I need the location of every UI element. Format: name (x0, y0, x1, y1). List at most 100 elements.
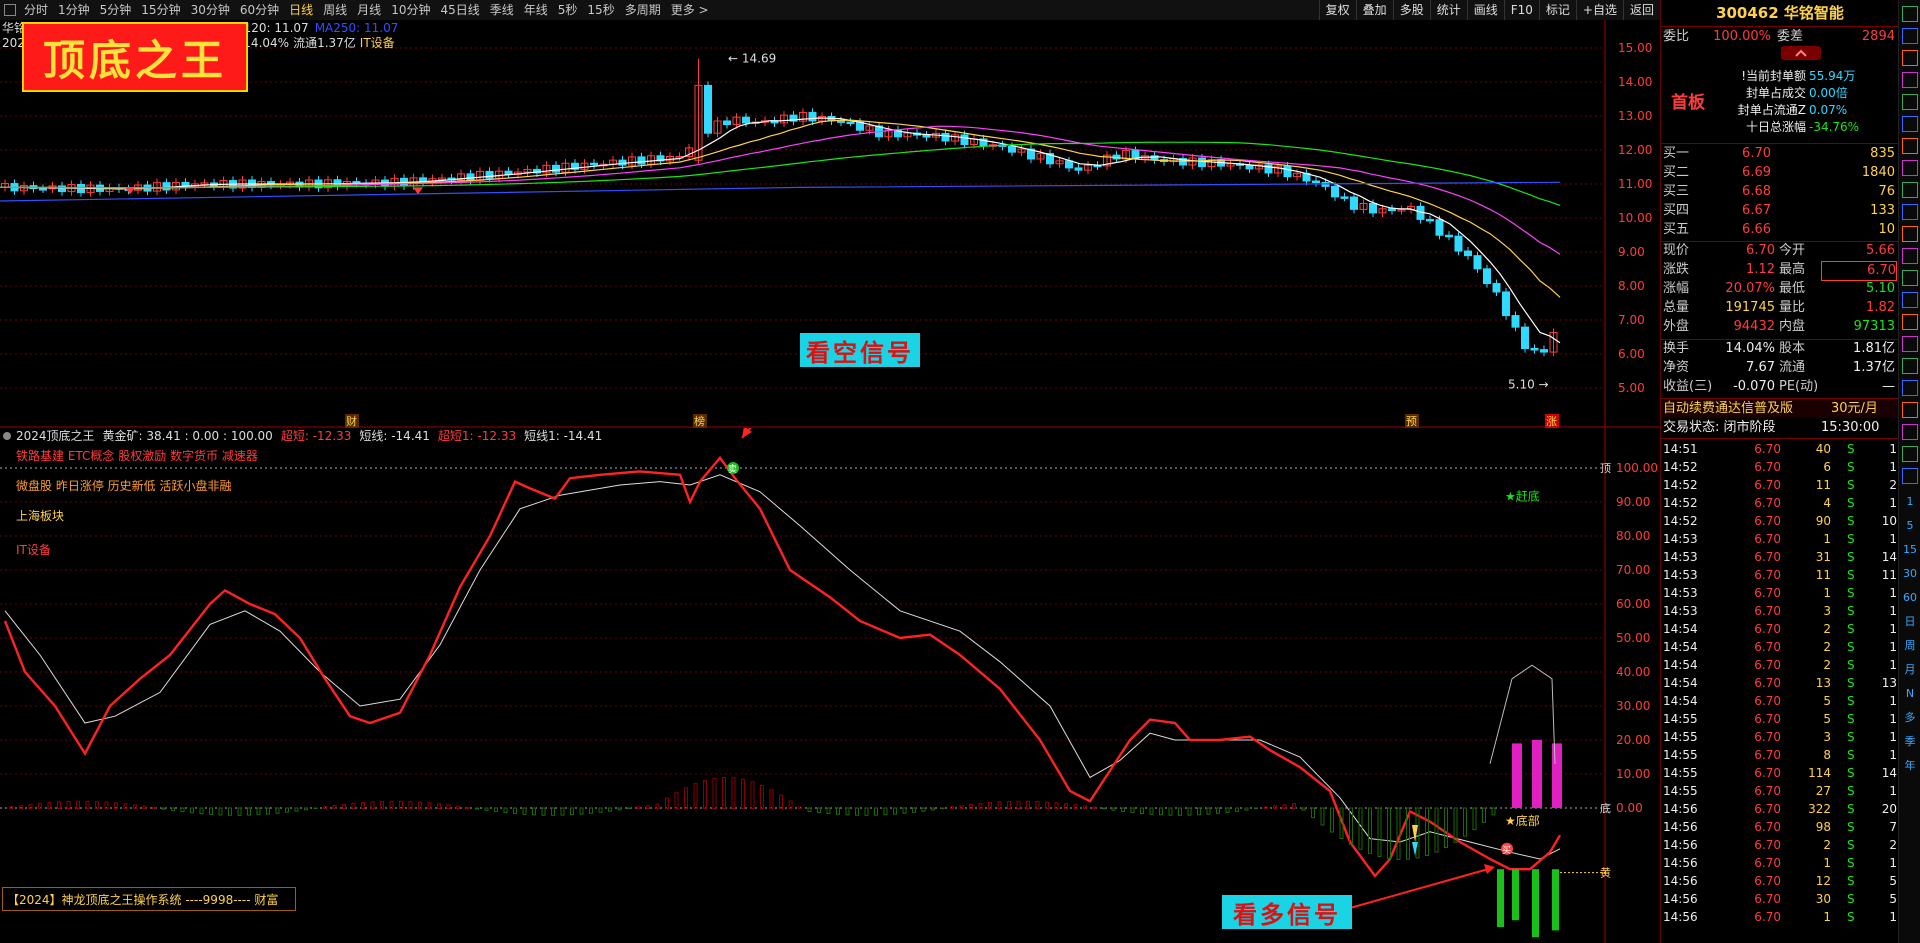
logo-banner: 顶底之王 (22, 22, 248, 92)
tool-icon[interactable] (1902, 468, 1918, 484)
tab-timeframe-0[interactable]: 分时 (19, 0, 53, 20)
trade-side: S (1847, 910, 1855, 924)
trade-time: 14:52 (1663, 496, 1698, 510)
tab-timeframe-5[interactable]: 60分钟 (235, 0, 284, 20)
buy-level-price: 6.69 (1742, 165, 1771, 180)
tool-icon[interactable] (1902, 72, 1918, 88)
period-toolbar: 分时 1分钟 5分钟 15分钟 30分钟 60分钟 日线 周线 月线 10分钟 45日线 季线 年线 5秒… (0, 0, 1660, 21)
seal-info-value: 55.94万 (1809, 69, 1856, 83)
period-shortcut[interactable]: 月 (1899, 658, 1920, 682)
indicator-tick: 20.00 (1616, 733, 1650, 747)
candle-body (1454, 235, 1463, 252)
tab-timeframe-8[interactable]: 月线 (352, 0, 386, 20)
period-shortcut[interactable]: 日 (1899, 610, 1920, 634)
buy-level-1[interactable]: 买一 6.70 835 (1661, 145, 1899, 163)
tool-icon[interactable] (1902, 314, 1918, 330)
tab-timeframe-3[interactable]: 15分钟 (136, 0, 185, 20)
toolbar-button-1[interactable]: 叠加 (1355, 0, 1393, 20)
toolbar-button-0[interactable]: 复权 (1318, 0, 1356, 20)
tool-icon[interactable] (1902, 6, 1918, 22)
tool-icon[interactable] (1902, 182, 1918, 198)
trade-time: 14:55 (1663, 730, 1698, 744)
toolbar-button-3[interactable]: 统计 (1429, 0, 1467, 20)
toolbar-button-7[interactable]: +自选 (1575, 0, 1623, 20)
tab-timeframe-6[interactable]: 日线 (284, 0, 318, 20)
buy-level-3[interactable]: 买三 6.68 76 (1661, 183, 1899, 201)
tool-icon[interactable] (1902, 50, 1918, 66)
tab-timeframe-16[interactable]: 更多 > (666, 0, 714, 20)
tab-timeframe-10[interactable]: 45日线 (435, 0, 484, 20)
period-shortcut[interactable]: 5 (1899, 514, 1920, 538)
share-stat-value: — (1882, 379, 1895, 394)
tool-icon[interactable] (1902, 160, 1918, 176)
price-tick: 9.00 (1618, 245, 1645, 259)
candle-body (466, 173, 475, 181)
trade-price: 6.70 (1754, 622, 1781, 636)
indicator-settings-icon[interactable] (3, 432, 11, 440)
trade-volume: 30 (1815, 892, 1831, 906)
expand-toggle[interactable] (1781, 46, 1821, 60)
tool-icon[interactable] (1902, 226, 1918, 242)
period-shortcut[interactable]: 15 (1899, 538, 1920, 562)
tool-icon[interactable] (1902, 336, 1918, 352)
trade-volume: 2 (1823, 838, 1831, 852)
buy-level-2[interactable]: 买二 6.69 1840 (1661, 164, 1899, 182)
period-shortcut[interactable]: 多 (1899, 706, 1920, 730)
candle-body (1198, 157, 1206, 168)
tab-timeframe-4[interactable]: 30分钟 (186, 0, 235, 20)
period-shortcut[interactable]: 60 (1899, 586, 1920, 610)
trade-price: 6.70 (1754, 532, 1781, 546)
tool-icon[interactable] (1902, 292, 1918, 308)
tool-icon[interactable] (1902, 446, 1918, 462)
tab-timeframe-12[interactable]: 年线 (519, 0, 553, 20)
trade-row: 14:52 6.70 6 S 1 (1661, 458, 1899, 476)
tool-icon[interactable] (1902, 116, 1918, 132)
tool-icon[interactable] (1902, 380, 1918, 396)
stat-label: 外盘 (1663, 319, 1690, 334)
tab-timeframe-1[interactable]: 1分钟 (53, 0, 95, 20)
trade-time: 14:51 (1663, 442, 1698, 456)
tab-timeframe-11[interactable]: 季线 (485, 0, 519, 20)
indicator-legend: 2024顶底之王 黄金矿: 38.41 : 0.00 : 100.00 超短: -1… (16, 428, 602, 443)
tab-timeframe-9[interactable]: 10分钟 (386, 0, 435, 20)
toolbar-button-8[interactable]: 返回 (1622, 0, 1660, 20)
period-shortcut[interactable]: N (1899, 682, 1920, 706)
candle-body (39, 188, 47, 191)
tick-trade-list[interactable]: 14:51 6.70 40 S 1 14:52 6.70 6 S 1 14:52 6.70 11 S 2 14… (1661, 440, 1899, 943)
toolbar-button-5[interactable]: F10 (1503, 0, 1539, 20)
tab-timeframe-7[interactable]: 周线 (318, 0, 352, 20)
period-shortcut[interactable]: 30 (1899, 562, 1920, 586)
trade-time: 14:56 (1663, 838, 1698, 852)
buy-level-4[interactable]: 买四 6.67 133 (1661, 202, 1899, 220)
tool-icon[interactable] (1902, 424, 1918, 440)
high-label: ← 14.69 (728, 52, 776, 66)
buy-level-price: 6.67 (1742, 203, 1771, 218)
tool-icon[interactable] (1902, 204, 1918, 220)
tool-icon[interactable] (1902, 358, 1918, 374)
tool-icon[interactable] (1902, 248, 1918, 264)
tool-icon[interactable] (1902, 94, 1918, 110)
period-shortcut[interactable]: 1 (1899, 490, 1920, 514)
tool-icon[interactable] (1902, 28, 1918, 44)
tab-timeframe-15[interactable]: 多周期 (620, 0, 666, 20)
tab-timeframe-13[interactable]: 5秒 (553, 0, 583, 20)
tool-icon[interactable] (1902, 270, 1918, 286)
trade-time: 14:52 (1663, 514, 1698, 528)
tab-timeframe-2[interactable]: 5分钟 (95, 0, 137, 20)
buy-level-5[interactable]: 买五 6.66 10 (1661, 221, 1899, 239)
period-shortcut[interactable]: 周 (1899, 634, 1920, 658)
tool-icon[interactable] (1902, 402, 1918, 418)
window-menu-icon[interactable] (4, 4, 16, 16)
toolbar-button-2[interactable]: 多股 (1392, 0, 1430, 20)
toolbar-button-4[interactable]: 画线 (1466, 0, 1504, 20)
indicator-chart[interactable]: 100.00 90.00 80.00 70.00 60.00 50.00 40.00 30.0… (0, 428, 1660, 943)
toolbar-button-6[interactable]: 标记 (1538, 0, 1576, 20)
period-shortcut[interactable]: 年 (1899, 754, 1920, 778)
board-label: 首板 (1671, 93, 1705, 113)
trade-row: 14:53 6.70 31 S 14 (1661, 548, 1899, 566)
trade-row: 14:55 6.70 8 S 1 (1661, 746, 1899, 764)
tab-timeframe-14[interactable]: 15秒 (582, 0, 619, 20)
period-shortcut[interactable]: 季 (1899, 730, 1920, 754)
promo-row[interactable]: 自动续费通达信普及版 30元/月 (1661, 400, 1899, 418)
tool-icon[interactable] (1902, 138, 1918, 154)
